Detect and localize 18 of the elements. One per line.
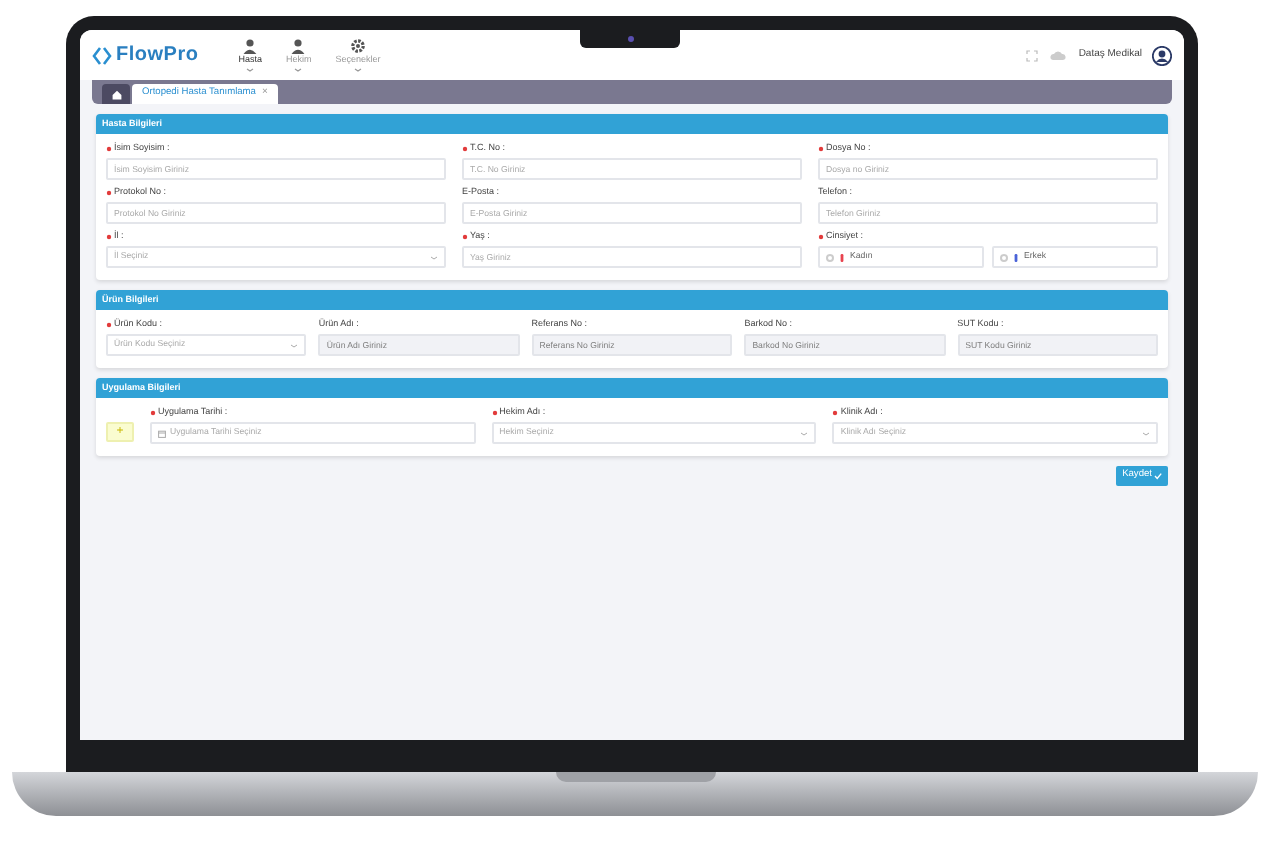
chevron-icon [294,67,303,72]
logo-icon [92,45,112,65]
home-icon [111,89,121,99]
chevron-icon [246,67,255,72]
radio-button[interactable] [826,253,834,261]
logo-text: FlowPro [116,42,199,70]
chevron-icon [353,67,362,72]
gear-icon [349,38,366,55]
user-avatar-icon [1152,45,1172,65]
camera-notch [580,28,680,48]
cloud-icon [1050,50,1067,60]
check-icon [1154,472,1162,480]
person-icon [290,38,307,55]
home-tab[interactable] [102,84,130,104]
radio-button[interactable] [1000,253,1008,261]
person-icon [242,38,259,55]
calendar-icon [158,429,166,437]
fullscreen-icon [1026,49,1039,61]
